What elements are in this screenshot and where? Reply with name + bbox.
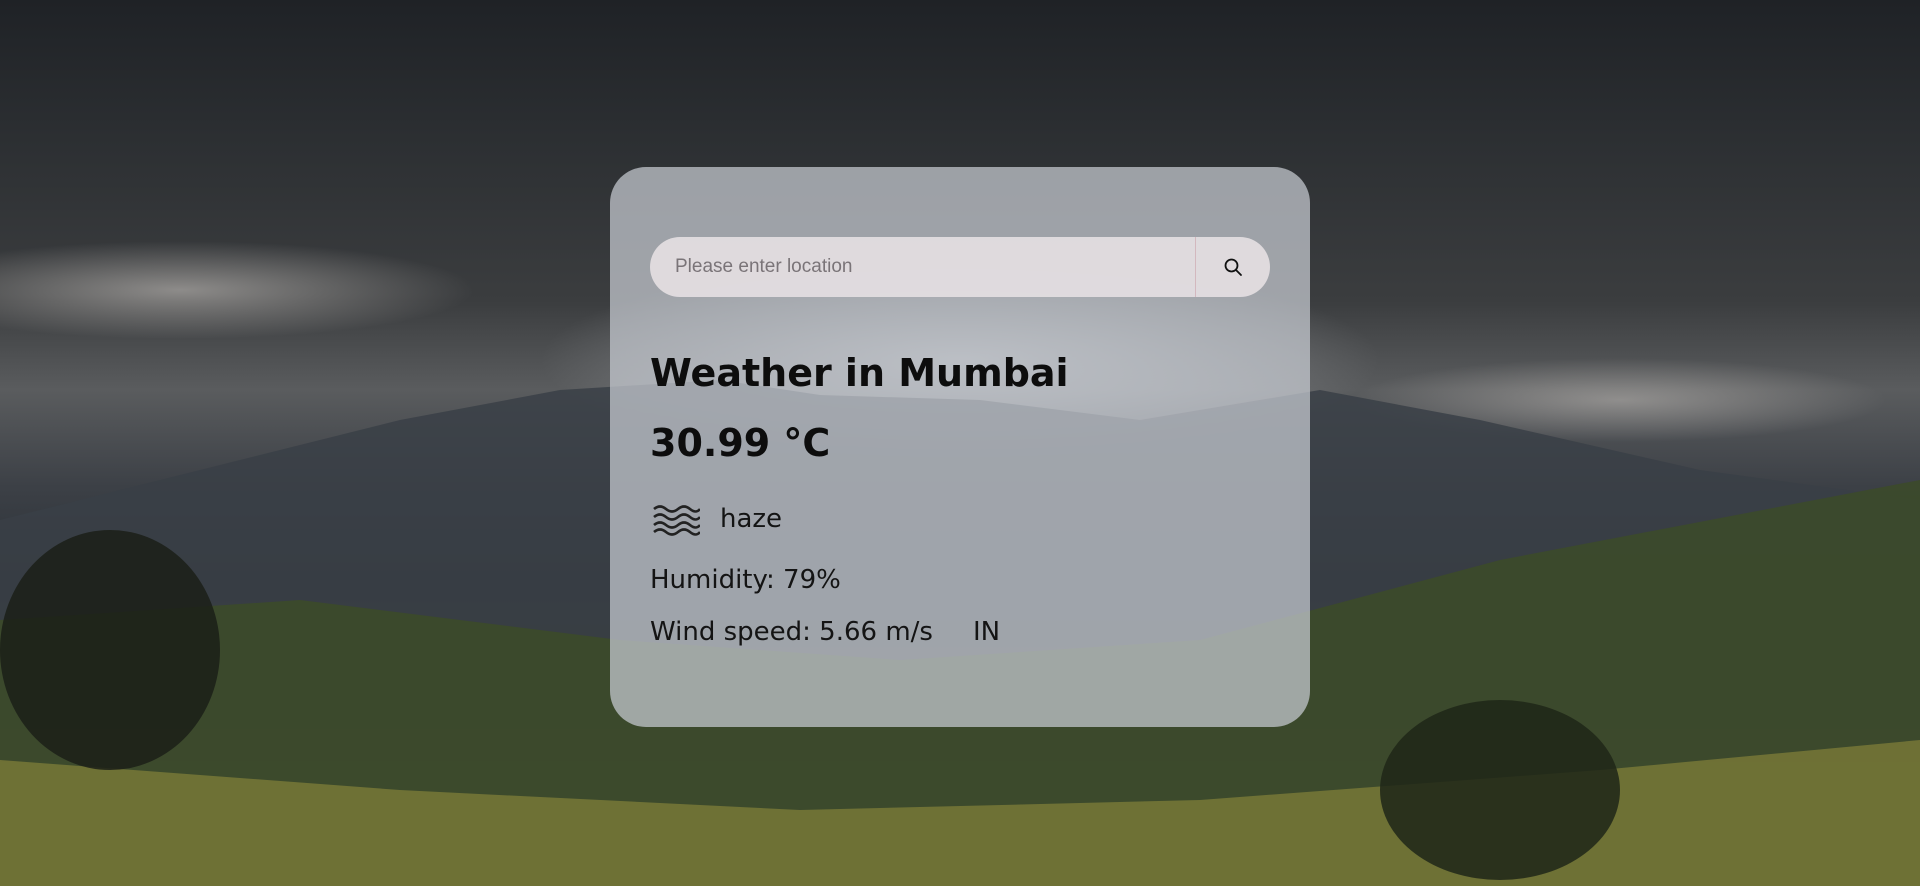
country-code: IN — [972, 616, 1001, 647]
search-button[interactable] — [1195, 237, 1270, 297]
location-search-input[interactable] — [650, 237, 1195, 297]
wind-speed-text: Wind speed: 5.66 m/s — [650, 616, 933, 647]
condition-label: haze — [720, 503, 783, 534]
haze-icon — [650, 499, 706, 539]
weather-card: Weather in Mumbai 30.99 °C haze Humidity… — [610, 167, 1310, 727]
condition-row: haze — [650, 499, 1270, 539]
search-icon — [1224, 258, 1242, 276]
humidity-text: Humidity: 79% — [650, 564, 841, 595]
search-bar — [650, 237, 1270, 297]
wind-row: Wind speed: 5.66 m/s IN — [650, 617, 1270, 647]
temperature-value: 30.99 °C — [650, 420, 831, 465]
city-title: Weather in Mumbai — [650, 351, 1069, 395]
